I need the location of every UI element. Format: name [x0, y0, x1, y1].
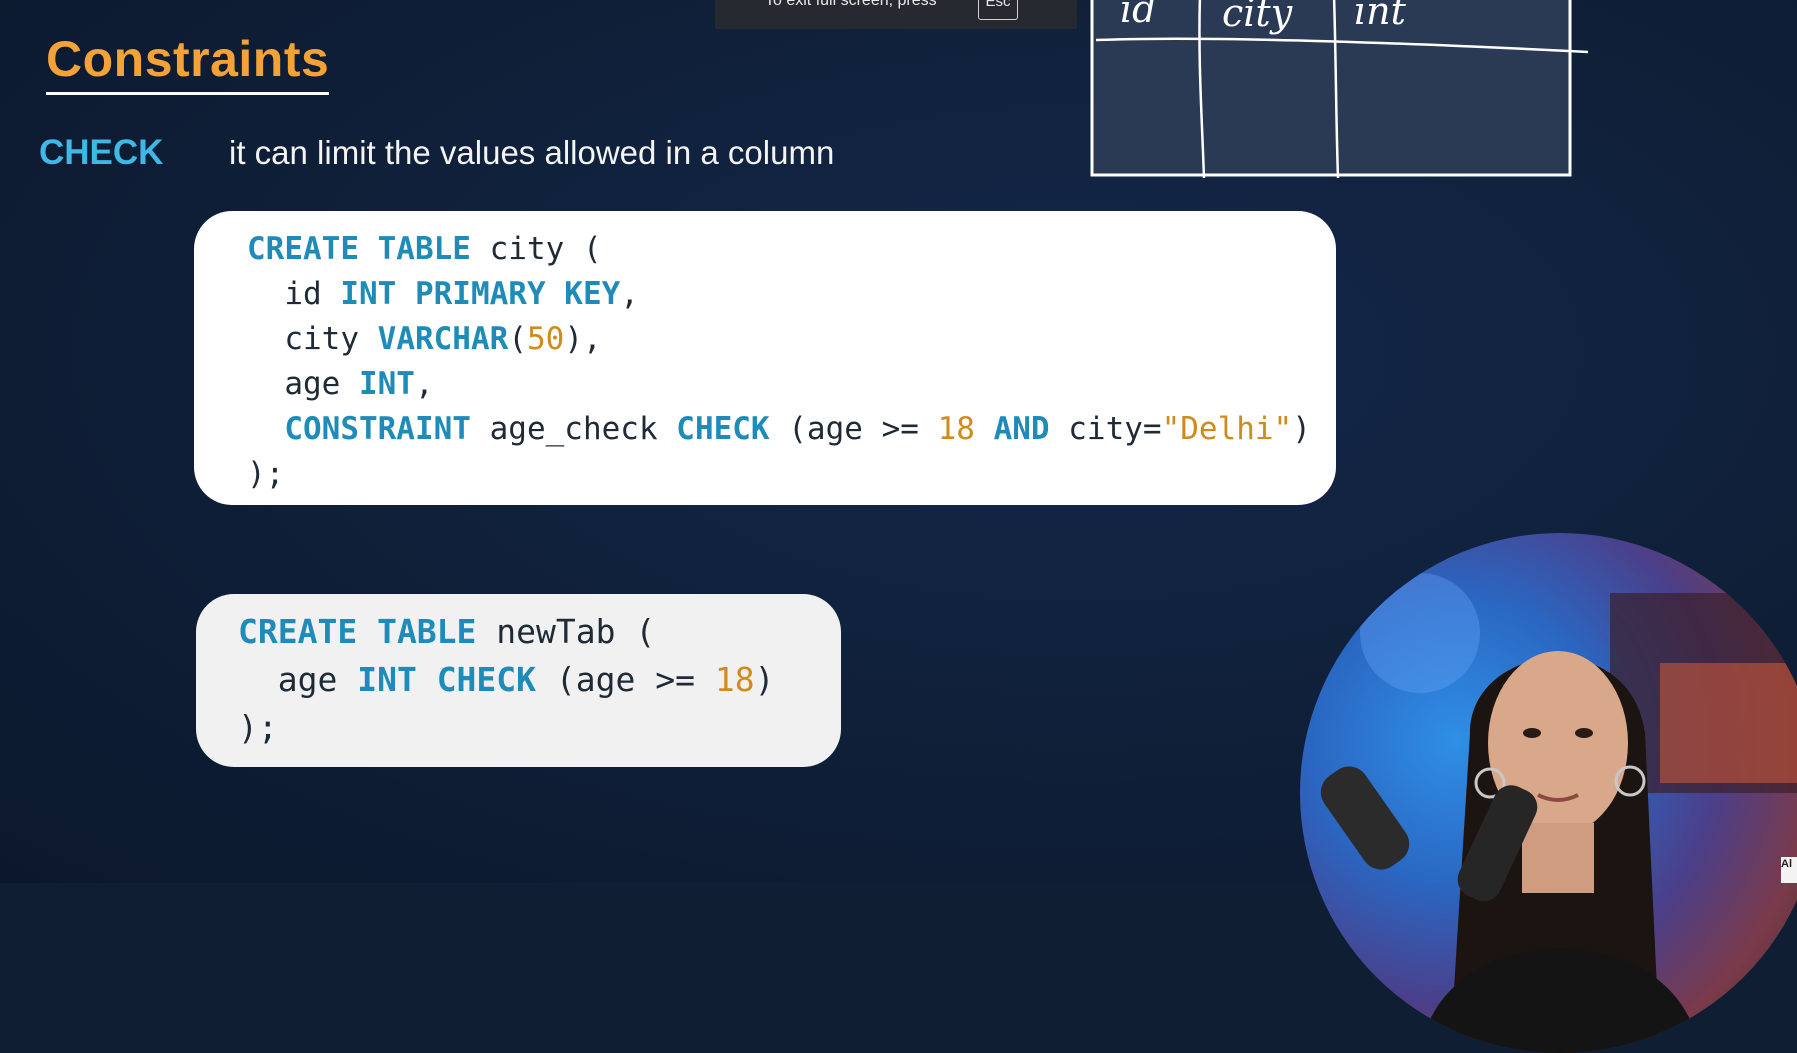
code-token: (age >= [769, 411, 938, 447]
sketch-header-city: city [1222, 0, 1293, 35]
code-token-kw: CONSTRAINT [284, 411, 471, 447]
check-description: it can limit the values allowed in a col… [229, 134, 835, 171]
code-line: CREATE TABLE newTab ( [238, 612, 655, 652]
code-token: ), [564, 321, 602, 357]
code-token: , [620, 276, 639, 312]
code-token: age_check [470, 411, 677, 447]
check-keyword: CHECK [39, 133, 164, 172]
code-token-kw: INT PRIMARY KEY [340, 276, 621, 312]
esc-key-hint: Esc [978, 0, 1018, 20]
microphone [1320, 766, 1410, 870]
code-line: age INT CHECK (age >= 18) [238, 660, 775, 700]
code-token-num: 50 [526, 321, 565, 357]
code-token-kw: CREATE TABLE [247, 231, 471, 267]
code-token-kw: AND [993, 411, 1050, 447]
code-token-kw: CREATE TABLE [238, 612, 477, 651]
slide-canvas: To exit full screen, press Esc Constrain… [0, 0, 1797, 1053]
fullscreen-exit-notice: To exit full screen, press Esc [715, 0, 1077, 29]
code-token-kw: VARCHAR [377, 321, 509, 357]
code-token: id [247, 276, 341, 312]
code-token-kw: INT [358, 366, 415, 402]
sketch-header-int: int [1354, 0, 1407, 33]
code-token: ( [508, 321, 527, 357]
corner-badge: Al [1781, 857, 1797, 883]
presenter-webcam [1300, 533, 1797, 1053]
code-token: , [414, 366, 434, 402]
handdrawn-table-sketch: id city int [1090, 0, 1589, 179]
code-line: CONSTRAINT age_check CHECK (age >= 18 AN… [247, 409, 1311, 449]
code-token-kw: CHECK [676, 411, 770, 447]
sql-code-block-city: CREATE TABLE city ( id INT PRIMARY KEY, … [194, 211, 1336, 505]
code-token: newTab ( [476, 612, 656, 651]
code-token: (age >= [536, 660, 715, 699]
code-line: id INT PRIMARY KEY, [247, 274, 639, 314]
presenter-video-frame [1320, 573, 1797, 1053]
code-line: CREATE TABLE city ( [247, 229, 602, 269]
sql-code-block-newtab: CREATE TABLE newTab ( age INT CHECK (age… [196, 594, 841, 767]
code-token: ) [754, 660, 775, 699]
code-token: age [247, 366, 359, 402]
code-token: ); [238, 708, 278, 747]
code-line: ); [238, 708, 278, 748]
code-token: ); [247, 456, 285, 492]
code-line: ); [247, 454, 284, 494]
code-token: city= [1049, 411, 1162, 447]
code-token: city ( [470, 231, 602, 267]
code-token: age [238, 660, 358, 699]
code-token-num: 18 [937, 411, 975, 447]
code-token: ) [1292, 411, 1311, 447]
sketch-table-border [1090, 0, 1572, 177]
code-token-str: "Delhi" [1161, 411, 1293, 447]
sketch-header-id: id [1120, 0, 1156, 31]
slide-title: Constraints [46, 30, 330, 95]
code-line: age INT, [247, 364, 434, 404]
code-token: city [247, 321, 378, 357]
code-token-num: 18 [714, 660, 755, 699]
code-line: city VARCHAR(50), [247, 319, 602, 359]
fullscreen-exit-message: To exit full screen, press [765, 0, 937, 9]
code-token-kw: INT CHECK [357, 660, 537, 699]
